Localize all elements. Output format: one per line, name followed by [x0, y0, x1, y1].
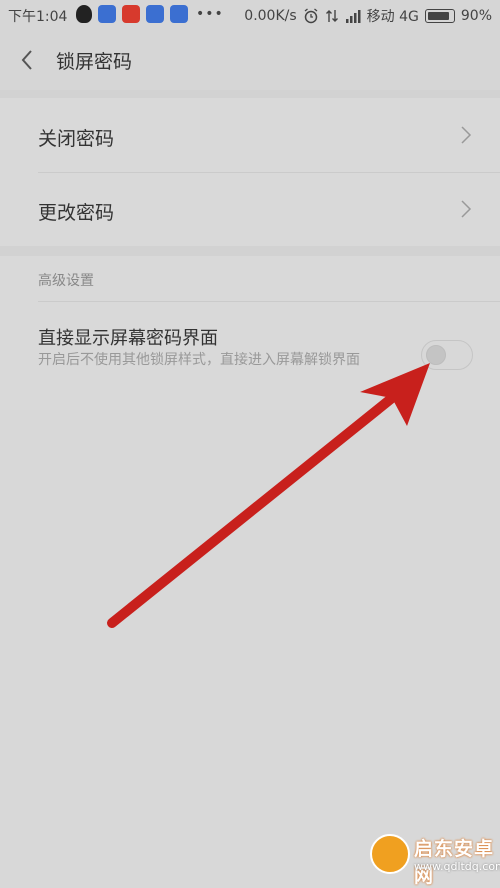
status-time: 下午1:04 [8, 9, 68, 25]
signal-icon [345, 10, 361, 23]
chevron-right-icon [461, 126, 472, 144]
baidu-icon [170, 5, 188, 23]
header-bar: 锁屏密码 [0, 30, 500, 91]
alarm-icon [304, 8, 318, 24]
watermark: 启东安卓网 www.qdltdq.com [370, 826, 500, 887]
baidu-icon [146, 5, 164, 23]
change-password-row[interactable]: 更改密码 [0, 172, 500, 246]
battery-fill [427, 12, 449, 20]
password-options-card: 关闭密码 更改密码 [0, 98, 500, 246]
notification-icons: ••• [76, 5, 224, 23]
section-divider [38, 301, 500, 302]
status-right: 0.00K/s 移动 4G 90% [244, 6, 492, 26]
app-red-icon [122, 5, 140, 23]
section-gap [0, 90, 500, 98]
advanced-settings-card: 高级设置 直接显示屏幕密码界面 开启后不使用其他锁屏样式，直接进入屏幕解锁界面 [0, 256, 500, 410]
watermark-url: www.qdltdq.com [414, 860, 500, 873]
section-gap [0, 246, 500, 256]
direct-unlock-toggle[interactable] [421, 340, 473, 370]
back-button[interactable] [12, 44, 44, 76]
baidu-icon [98, 5, 116, 23]
option-description: 开启后不使用其他锁屏样式，直接进入屏幕解锁界面 [38, 352, 360, 368]
qq-icon [76, 5, 92, 23]
status-bar: 下午1:04 ••• 0.00K/s 移动 4G 90% [0, 0, 500, 30]
change-password-label: 更改密码 [38, 202, 115, 224]
chevron-left-icon [21, 50, 32, 70]
option-title: 直接显示屏幕密码界面 [38, 328, 218, 349]
disable-password-label: 关闭密码 [38, 128, 115, 150]
toggle-knob [426, 345, 446, 365]
more-notifications-icon: ••• [196, 6, 224, 22]
data-transfer-icon [325, 10, 338, 22]
network-speed: 0.00K/s [244, 8, 297, 24]
chevron-right-icon [461, 200, 472, 218]
battery-icon [424, 9, 455, 23]
arrow-shaft [107, 393, 397, 628]
disable-password-row[interactable]: 关闭密码 [0, 98, 500, 172]
page-title: 锁屏密码 [56, 51, 133, 73]
carrier: 移动 4G [366, 9, 419, 25]
section-header: 高级设置 [38, 273, 94, 289]
watermark-logo-icon [370, 834, 410, 874]
battery-percent: 90% [460, 8, 492, 24]
